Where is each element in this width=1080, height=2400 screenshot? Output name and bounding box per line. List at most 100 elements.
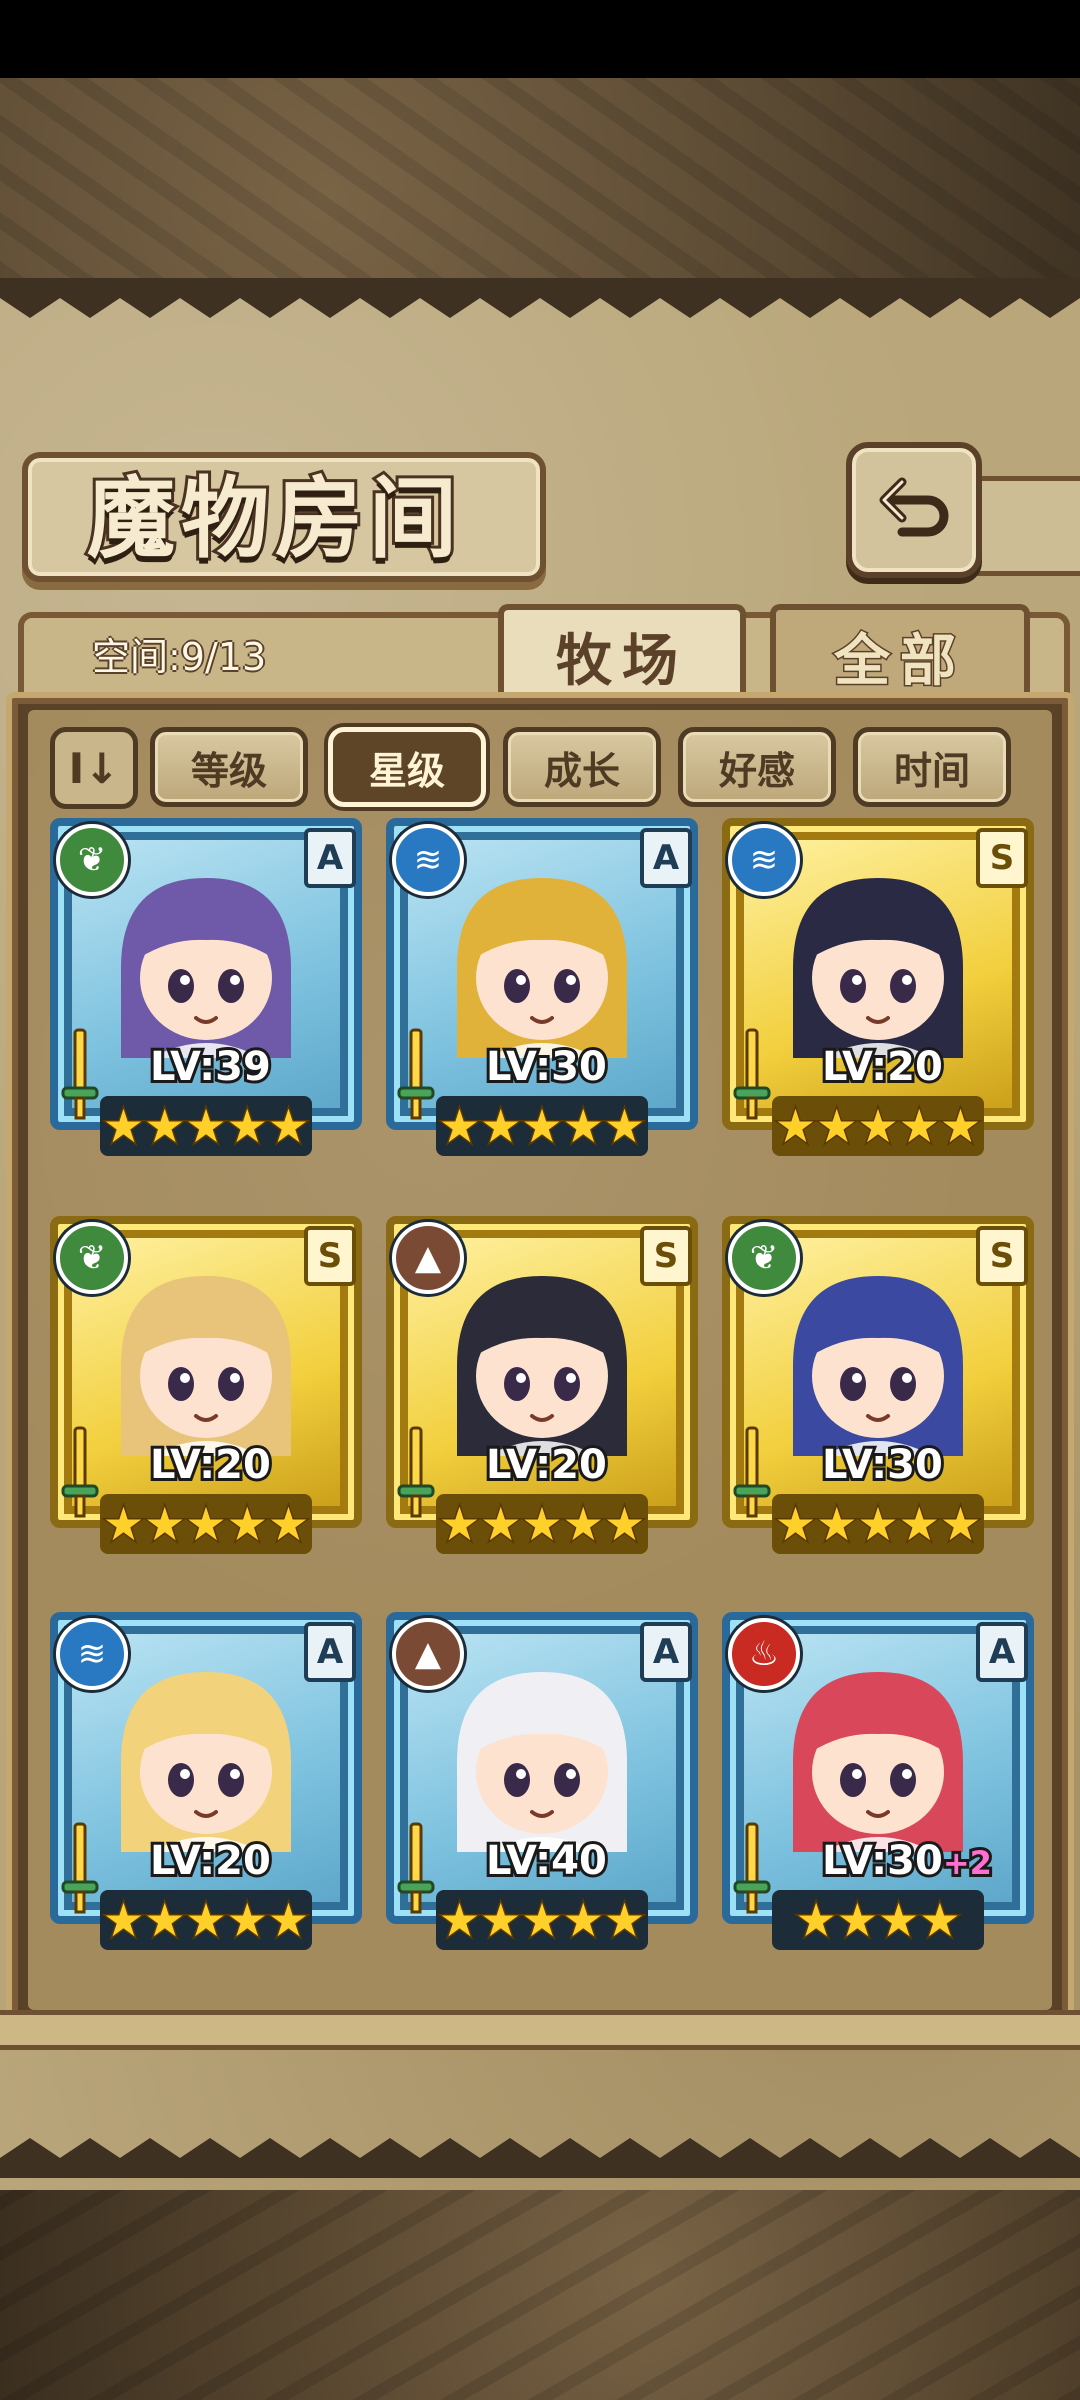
sword-icon xyxy=(61,1028,99,1120)
star-icon: ★ xyxy=(520,1098,564,1155)
sort-order-toggle[interactable]: I↓ xyxy=(50,727,138,809)
status-bar xyxy=(0,0,1080,78)
monster-level: LV:20 xyxy=(147,1835,274,1887)
wave-icon: ≋ xyxy=(56,1618,128,1690)
monster-card[interactable]: ▲ A LV:40 ★ ★ ★ ★ ★ xyxy=(386,1612,698,1972)
tab-ranch[interactable]: 牧场 xyxy=(498,604,746,702)
monster-card[interactable]: ♨ A LV:30+2 ★ ★ ★ ★ xyxy=(722,1612,1034,1972)
flame-icon: ♨ xyxy=(728,1618,800,1690)
monster-level: LV:20 xyxy=(819,1041,946,1093)
filter-time-button[interactable]: 时间 xyxy=(853,727,1011,807)
tab-all[interactable]: 全部 xyxy=(770,604,1030,702)
sword-icon xyxy=(733,1028,771,1120)
star-rating: ★ ★ ★ ★ ★ xyxy=(436,1890,648,1950)
star-rating: ★ ★ ★ ★ ★ xyxy=(772,1096,984,1156)
torn-edge-bottom xyxy=(0,2108,1080,2178)
monster-card[interactable]: ≋ S LV:20 ★ ★ ★ ★ ★ xyxy=(722,818,1034,1178)
sword-icon xyxy=(397,1822,435,1914)
star-icon: ★ xyxy=(101,1892,145,1949)
monster-card[interactable]: ❦ S LV:20 ★ ★ ★ ★ ★ xyxy=(50,1216,362,1576)
star-icon: ★ xyxy=(184,1496,228,1553)
star-icon: ★ xyxy=(101,1098,145,1155)
star-icon: ★ xyxy=(479,1098,523,1155)
sword-icon xyxy=(733,1822,771,1914)
star-rating: ★ ★ ★ ★ ★ xyxy=(772,1494,984,1554)
sort-order-icon: I↓ xyxy=(68,743,120,793)
monster-level: LV:30+2 xyxy=(819,1835,995,1887)
rank-badge: S xyxy=(976,1226,1028,1286)
leaf-icon: ❦ xyxy=(56,824,128,896)
star-icon: ★ xyxy=(815,1098,859,1155)
level-bonus: +2 xyxy=(940,1841,995,1885)
leaf-icon: ❦ xyxy=(728,1222,800,1294)
star-icon: ★ xyxy=(437,1496,481,1553)
monster-level: LV:20 xyxy=(483,1439,610,1491)
star-icon: ★ xyxy=(938,1496,982,1553)
star-icon: ★ xyxy=(602,1098,646,1155)
monster-level: LV:39 xyxy=(147,1041,274,1093)
star-icon: ★ xyxy=(225,1098,269,1155)
monster-card[interactable]: ❦ S LV:30 ★ ★ ★ ★ ★ xyxy=(722,1216,1034,1576)
star-icon: ★ xyxy=(437,1098,481,1155)
star-rating: ★ ★ ★ ★ ★ xyxy=(436,1494,648,1554)
filter-level-button[interactable]: 等级 xyxy=(150,727,308,807)
space-capacity: 空间:9/13 xyxy=(92,635,267,679)
back-arrow-icon xyxy=(879,477,949,537)
star-icon: ★ xyxy=(856,1098,900,1155)
monster-level: LV:30 xyxy=(819,1439,946,1491)
star-icon: ★ xyxy=(225,1892,269,1949)
rank-badge: A xyxy=(640,828,692,888)
rank-badge: A xyxy=(640,1622,692,1682)
star-icon: ★ xyxy=(184,1892,228,1949)
torn-edge-top xyxy=(0,278,1080,348)
page-title: 魔物房间 xyxy=(84,463,463,573)
star-icon: ★ xyxy=(266,1496,310,1553)
star-icon: ★ xyxy=(561,1892,605,1949)
star-icon: ★ xyxy=(561,1496,605,1553)
back-button[interactable] xyxy=(846,442,982,578)
rank-badge: S xyxy=(304,1226,356,1286)
monster-level: LV:40 xyxy=(483,1835,610,1887)
star-icon: ★ xyxy=(856,1496,900,1553)
star-icon: ★ xyxy=(143,1496,187,1553)
star-icon: ★ xyxy=(520,1496,564,1553)
star-rating: ★ ★ ★ ★ ★ xyxy=(100,1096,312,1156)
star-icon: ★ xyxy=(918,1892,962,1949)
star-icon: ★ xyxy=(479,1496,523,1553)
star-icon: ★ xyxy=(266,1892,310,1949)
rank-badge: A xyxy=(304,828,356,888)
star-rating: ★ ★ ★ ★ xyxy=(772,1890,984,1950)
sword-icon xyxy=(61,1822,99,1914)
star-icon: ★ xyxy=(437,1892,481,1949)
monster-level: LV:20 xyxy=(147,1439,274,1491)
star-icon: ★ xyxy=(876,1892,920,1949)
star-icon: ★ xyxy=(815,1496,859,1553)
star-icon: ★ xyxy=(101,1496,145,1553)
monster-card[interactable]: ≋ A LV:30 ★ ★ ★ ★ ★ xyxy=(386,818,698,1178)
star-icon: ★ xyxy=(794,1892,838,1949)
star-icon: ★ xyxy=(520,1892,564,1949)
star-icon: ★ xyxy=(835,1892,879,1949)
star-icon: ★ xyxy=(225,1496,269,1553)
star-icon: ★ xyxy=(897,1098,941,1155)
monster-card[interactable]: ▲ S LV:20 ★ ★ ★ ★ ★ xyxy=(386,1216,698,1576)
back-strip xyxy=(974,476,1080,576)
star-rating: ★ ★ ★ ★ ★ xyxy=(100,1890,312,1950)
filter-growth-button[interactable]: 成长 xyxy=(503,727,661,807)
mountain-icon: ▲ xyxy=(392,1222,464,1294)
star-icon: ★ xyxy=(773,1496,817,1553)
monster-card[interactable]: ❦ A LV:39 ★ ★ ★ ★ ★ xyxy=(50,818,362,1178)
star-icon: ★ xyxy=(266,1098,310,1155)
wave-icon: ≋ xyxy=(392,824,464,896)
sword-icon xyxy=(733,1426,771,1518)
sword-icon xyxy=(61,1426,99,1518)
star-rating: ★ ★ ★ ★ ★ xyxy=(100,1494,312,1554)
filter-affection-button[interactable]: 好感 xyxy=(678,727,836,807)
star-icon: ★ xyxy=(184,1098,228,1155)
star-icon: ★ xyxy=(143,1098,187,1155)
monster-card[interactable]: ≋ A LV:20 ★ ★ ★ ★ ★ xyxy=(50,1612,362,1972)
filter-star-button[interactable]: 星级 xyxy=(328,727,486,807)
map-background-bottom xyxy=(0,2190,1080,2400)
leaf-icon: ❦ xyxy=(56,1222,128,1294)
star-icon: ★ xyxy=(602,1892,646,1949)
